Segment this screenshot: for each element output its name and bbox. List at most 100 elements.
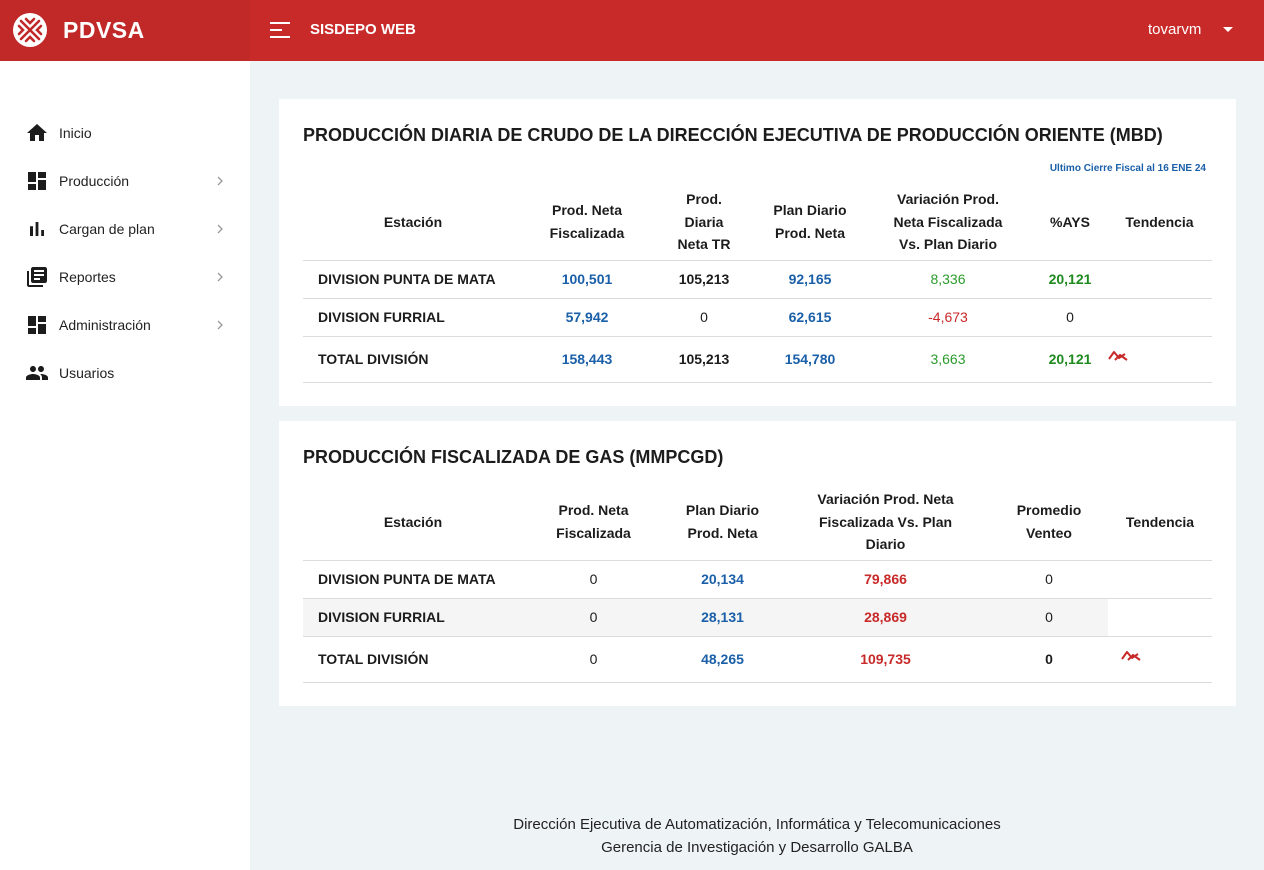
fiscalizada-cell: 0	[523, 598, 664, 637]
column-header: Promedio Venteo	[990, 484, 1108, 561]
chevron-right-icon	[217, 272, 223, 282]
footer: Dirección Ejecutiva de Automatización, I…	[250, 813, 1264, 859]
gas-card-title: PRODUCCIÓN FISCALIZADA DE GAS (MMPCGD)	[303, 447, 724, 467]
plan-cell: 28,131	[664, 598, 781, 637]
column-header-label: Plan Diario Prod. Neta	[685, 502, 760, 541]
sidebar-item-inicio[interactable]: Inicio	[0, 113, 250, 153]
sidebar: Inicio Producción Cargan de plan Reporte…	[0, 61, 250, 870]
sidebar-item-cargan-de-plan[interactable]: Cargan de plan	[0, 209, 250, 249]
user-menu-name[interactable]: tovarvm	[1148, 21, 1201, 38]
column-header: Estación	[303, 484, 523, 561]
column-header: Estación	[303, 184, 523, 261]
sidebar-item-label: Inicio	[59, 125, 92, 141]
sidebar-item-usuarios[interactable]: Usuarios	[0, 353, 250, 393]
column-header-label: Prod. Diaria Neta TR	[677, 191, 731, 252]
variacion-cell: 79,866	[781, 560, 990, 599]
sidebar-item-reportes[interactable]: Reportes	[0, 257, 250, 297]
column-header-label: Variación Prod. Neta Fiscalizada Vs. Pla…	[817, 491, 954, 552]
column-header: Variación Prod. Neta Fiscalizada Vs. Pla…	[781, 484, 990, 561]
venteo-cell: 0	[990, 560, 1108, 599]
fiscalizada-cell: 0	[523, 560, 664, 599]
home-icon	[27, 124, 47, 141]
gas-production-card: PRODUCCIÓN FISCALIZADA DE GAS (MMPCGD) E…	[279, 421, 1236, 706]
app-title: SISDEPO WEB	[310, 21, 416, 38]
station-cell: DIVISION FURRIAL	[303, 298, 523, 337]
trend-cell	[1107, 298, 1212, 337]
trend-cell	[1107, 260, 1212, 299]
column-header-label: Prod. Neta Fiscalizada	[556, 502, 631, 541]
column-header-label: Prod. Neta Fiscalizada	[549, 202, 625, 241]
column-header-label: Plan Diario Prod. Neta	[773, 202, 847, 241]
column-header: Variación Prod. Neta Fiscalizada Vs. Pla…	[863, 184, 1033, 261]
people-icon	[26, 366, 48, 380]
column-header: Plan Diario Prod. Neta	[664, 484, 781, 561]
plan-cell: 20,134	[664, 560, 781, 599]
crudo-card-title: PRODUCCIÓN DIARIA DE CRUDO DE LA DIRECCI…	[303, 125, 1163, 145]
variacion-cell: 8,336	[863, 260, 1033, 299]
plan-cell: 154,780	[757, 336, 863, 383]
trend-cell	[1108, 560, 1212, 599]
sidebar-item-produccion[interactable]: Producción	[0, 161, 250, 201]
crudo-table: Estación Prod. Neta Fiscalizada Prod. Di…	[303, 184, 1212, 383]
bar-chart-icon	[30, 222, 44, 236]
trending-down-icon	[1108, 351, 1128, 362]
column-header: %AYS	[1033, 184, 1107, 261]
menu-toggle-icon[interactable]	[268, 18, 292, 42]
footer-line-1: Dirección Ejecutiva de Automatización, I…	[513, 816, 1001, 833]
caret-down-icon[interactable]	[1220, 22, 1236, 38]
sidebar-item-label: Reportes	[59, 269, 116, 285]
table-row: DIVISION FURRIAL 57,942 0 62,615 -4,673 …	[303, 298, 1212, 337]
trending-down-icon	[1121, 651, 1141, 662]
fiscalizada-cell: 0	[523, 636, 664, 683]
table-header-row: Estación Prod. Neta Fiscalizada Prod. Di…	[303, 184, 1212, 261]
column-header: Plan Diario Prod. Neta	[757, 184, 863, 261]
station-cell: DIVISION PUNTA DE MATA	[303, 560, 523, 599]
sidebar-item-label: Usuarios	[59, 365, 115, 381]
fiscalizada-cell: 57,942	[523, 298, 651, 337]
column-header: Tendencia	[1107, 184, 1212, 261]
column-header-label: Variación Prod. Neta Fiscalizada Vs. Pla…	[893, 191, 1003, 252]
plan-cell: 92,165	[757, 260, 863, 299]
venteo-cell: 0	[990, 636, 1108, 683]
sidebar-item-label: Cargan de plan	[59, 221, 155, 237]
ays-cell: 0	[1033, 298, 1107, 337]
dashboard-icon	[28, 316, 46, 334]
sidebar-item-label: Producción	[59, 173, 130, 189]
variacion-cell: -4,673	[863, 298, 1033, 337]
venteo-cell: 0	[990, 598, 1108, 637]
chevron-right-icon	[217, 176, 223, 186]
trend-cell	[1108, 636, 1212, 683]
footer-line-2: Gerencia de Investigación y Desarrollo G…	[601, 839, 913, 856]
pdvsa-logo-icon	[13, 13, 47, 47]
neta-tr-cell: 0	[651, 298, 757, 337]
gas-table: Estación Prod. Neta Fiscalizada Plan Dia…	[303, 484, 1212, 683]
station-cell: DIVISION FURRIAL	[303, 598, 523, 637]
station-cell: TOTAL DIVISIÓN	[303, 336, 523, 383]
brand-name: PDVSA	[63, 17, 145, 43]
station-cell: DIVISION PUNTA DE MATA	[303, 260, 523, 299]
ays-cell: 20,121	[1033, 260, 1107, 299]
table-row: DIVISION PUNTA DE MATA 0 20,134 79,866 0	[303, 560, 1212, 599]
column-header: Prod. Diaria Neta TR	[651, 184, 757, 261]
sidebar-item-administracion[interactable]: Administración	[0, 305, 250, 345]
variacion-cell: 109,735	[781, 636, 990, 683]
fiscalizada-cell: 158,443	[523, 336, 651, 383]
neta-tr-cell: 105,213	[651, 260, 757, 299]
dashboard-icon	[28, 172, 46, 190]
chevron-right-icon	[217, 224, 223, 234]
variacion-cell: 28,869	[781, 598, 990, 637]
chevron-right-icon	[217, 320, 223, 330]
top-app-bar: PDVSA SISDEPO WEB tovarvm	[0, 0, 1264, 61]
table-header-row: Estación Prod. Neta Fiscalizada Plan Dia…	[303, 484, 1212, 561]
fiscalizada-cell: 100,501	[523, 260, 651, 299]
variacion-cell: 3,663	[863, 336, 1033, 383]
table-row-total: TOTAL DIVISIÓN 158,443 105,213 154,780 3…	[303, 336, 1212, 383]
station-cell: TOTAL DIVISIÓN	[303, 636, 523, 683]
column-header: Tendencia	[1108, 484, 1212, 561]
table-row-total: TOTAL DIVISIÓN 0 48,265 109,735 0	[303, 636, 1212, 683]
plan-cell: 48,265	[664, 636, 781, 683]
sidebar-item-label: Administración	[59, 317, 151, 333]
plan-cell: 62,615	[757, 298, 863, 337]
column-header: Prod. Neta Fiscalizada	[523, 484, 664, 561]
table-row: DIVISION PUNTA DE MATA 100,501 105,213 9…	[303, 260, 1212, 299]
